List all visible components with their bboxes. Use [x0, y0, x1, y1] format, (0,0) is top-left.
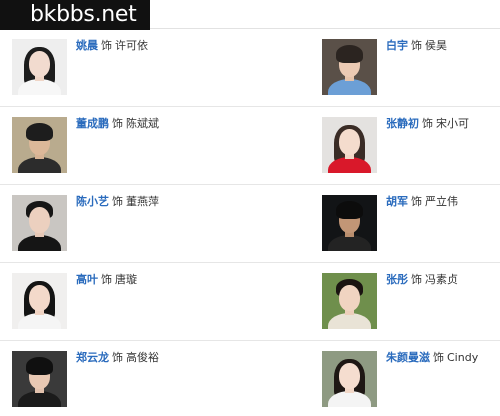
- plays-label: 饰: [101, 273, 112, 286]
- cast-caption: 朱颜曼滋饰 Cindy: [386, 351, 478, 365]
- plays-label: 饰: [411, 273, 422, 286]
- role-name: 冯素贞: [425, 273, 458, 286]
- actor-photo[interactable]: [12, 273, 67, 329]
- plays-label: 饰: [112, 117, 123, 130]
- cast-caption: 白宇饰侯昊: [386, 39, 447, 53]
- cast-caption: 陈小艺饰董燕萍: [76, 195, 159, 209]
- actor-photo[interactable]: [12, 39, 67, 95]
- actor-name-link[interactable]: 董成鹏: [76, 117, 109, 130]
- actor-name-link[interactable]: 高叶: [76, 273, 98, 286]
- plays-label: 饰: [101, 39, 112, 52]
- actor-photo[interactable]: [322, 195, 377, 251]
- cast-row: 高叶饰唐璇 张彤饰冯素贞: [0, 263, 500, 341]
- role-name: 董燕萍: [126, 195, 159, 208]
- plays-label: 饰: [433, 351, 444, 364]
- cast-row: 姚晨饰许可依 白宇饰侯昊: [0, 29, 500, 107]
- plays-label: 饰: [422, 117, 433, 130]
- role-name: 陈斌斌: [126, 117, 159, 130]
- actor-name-link[interactable]: 姚晨: [76, 39, 98, 52]
- actor-photo[interactable]: [322, 39, 377, 95]
- cast-list: 姚晨饰许可依 白宇饰侯昊 董成鹏 饰 陈斌斌 张静初 饰 宋小可 陈小艺 饰 董…: [0, 29, 500, 416]
- plays-label: 饰: [411, 195, 422, 208]
- plays-label: 饰: [411, 39, 422, 52]
- cast-caption: 姚晨饰许可依: [76, 39, 148, 53]
- actor-photo[interactable]: [12, 351, 67, 407]
- actor-name-link[interactable]: 郑云龙: [76, 351, 109, 364]
- role-name: 许可依: [115, 39, 148, 52]
- plays-label: 饰: [112, 195, 123, 208]
- actor-name-link[interactable]: 陈小艺: [76, 195, 109, 208]
- cast-row: 郑云龙饰高俊裕 朱颜曼滋饰 Cindy: [0, 341, 500, 416]
- site-watermark: bkbbs.net: [0, 0, 150, 30]
- cast-caption: 郑云龙饰高俊裕: [76, 351, 159, 365]
- actor-photo[interactable]: [322, 117, 377, 173]
- actor-name-link[interactable]: 胡军: [386, 195, 408, 208]
- role-name: 宋小可: [436, 117, 469, 130]
- cast-caption: 高叶饰唐璇: [76, 273, 137, 287]
- cast-caption: 胡军饰严立伟: [386, 195, 458, 209]
- cast-caption: 张静初饰宋小可: [386, 117, 469, 131]
- actor-photo[interactable]: [12, 195, 67, 251]
- cast-caption: 董成鹏饰陈斌斌: [76, 117, 159, 131]
- plays-label: 饰: [112, 351, 123, 364]
- role-name: 唐璇: [115, 273, 137, 286]
- actor-photo[interactable]: [12, 117, 67, 173]
- role-name: Cindy: [447, 351, 479, 364]
- actor-name-link[interactable]: 张静初: [386, 117, 419, 130]
- cast-row: 董成鹏饰陈斌斌 张静初饰宋小可: [0, 107, 500, 185]
- role-name: 严立伟: [425, 195, 458, 208]
- actor-photo[interactable]: [322, 273, 377, 329]
- actor-name-link[interactable]: 白宇: [386, 39, 408, 52]
- role-name: 高俊裕: [126, 351, 159, 364]
- actor-name-link[interactable]: 张彤: [386, 273, 408, 286]
- actor-name-link[interactable]: 朱颜曼滋: [386, 351, 430, 364]
- cast-caption: 张彤饰冯素贞: [386, 273, 458, 287]
- role-name: 侯昊: [425, 39, 447, 52]
- actor-photo[interactable]: [322, 351, 377, 407]
- cast-row: 陈小艺饰董燕萍 胡军饰严立伟: [0, 185, 500, 263]
